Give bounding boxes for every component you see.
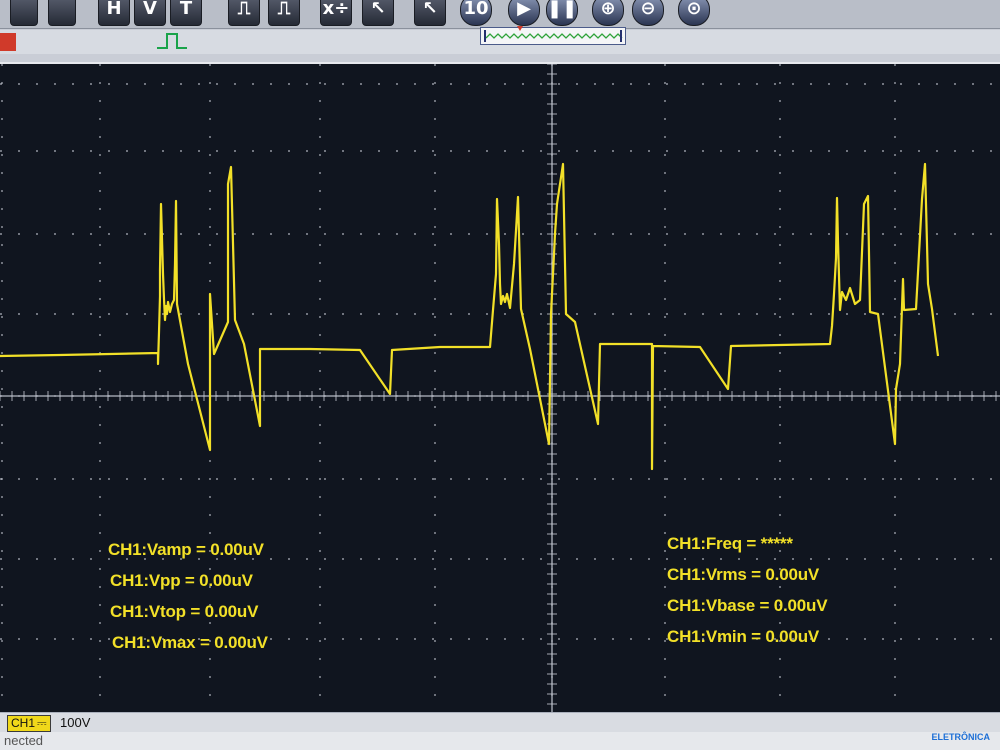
- channel-footer: CH1 ⎓ 100V: [0, 712, 1000, 733]
- meas-vpp: CH1:Vpp = 0.00uV: [110, 571, 253, 590]
- cursor-select-button[interactable]: ↖: [414, 0, 446, 26]
- pulse-edge-button[interactable]: ⎍: [228, 0, 260, 26]
- meas-vtop: CH1:Vtop = 0.00uV: [110, 602, 259, 621]
- single-button[interactable]: 10: [460, 0, 492, 26]
- h-cursor-button[interactable]: H: [98, 0, 130, 26]
- watermark-logo: ELETRÔNICA: [931, 732, 991, 742]
- pulse-width-button[interactable]: ⎍: [268, 0, 300, 26]
- pointer-button[interactable]: ↖: [362, 0, 394, 26]
- ch1-channel-tag[interactable]: CH1 ⎓: [7, 715, 51, 732]
- save-button[interactable]: [48, 0, 76, 26]
- zoom-out-button[interactable]: ⊖: [632, 0, 664, 26]
- alert-flag-icon: [0, 33, 16, 51]
- print-button[interactable]: [10, 0, 38, 26]
- meas-vbase: CH1:Vbase = 0.00uV: [667, 596, 828, 615]
- ch1-label: CH1: [11, 716, 36, 730]
- meas-vmin: CH1:Vmin = 0.00uV: [667, 627, 820, 646]
- dc-coupling-icon: ⎓: [37, 716, 47, 730]
- meas-vmax: CH1:Vmax = 0.00uV: [112, 633, 268, 652]
- v-cursor-button[interactable]: V: [134, 0, 166, 26]
- stop-button[interactable]: ❚❚: [546, 0, 578, 26]
- horizontal-position-bar[interactable]: [480, 26, 626, 46]
- t-cursor-button[interactable]: T: [170, 0, 202, 26]
- meas-vamp: CH1:Vamp = 0.00uV: [108, 540, 264, 559]
- ch1-waveform-trace: [0, 162, 940, 471]
- toolbar: H V T ⎍ ⎍ x÷ ↖ ↖ 10 ▶ ❚❚ ⊕ ⊖ ⊙: [0, 0, 1000, 29]
- connection-status: nected: [4, 733, 44, 748]
- scope-display[interactable]: CH1:Vamp = 0.00uV CH1:Vpp = 0.00uV CH1:V…: [0, 62, 1000, 714]
- zoom-fit-button[interactable]: ⊙: [678, 0, 710, 26]
- status-line: nected ELETRÔNICA: [0, 732, 1000, 750]
- meas-freq: CH1:Freq = *****: [667, 534, 793, 553]
- ch1-volts-per-div: 100V: [60, 715, 91, 730]
- run-button[interactable]: ▶: [508, 0, 540, 26]
- zoom-in-button[interactable]: ⊕: [592, 0, 624, 26]
- math-button[interactable]: x÷: [320, 0, 352, 26]
- meas-vrms: CH1:Vrms = 0.00uV: [667, 565, 820, 584]
- trigger-pulse-icon: [157, 33, 187, 49]
